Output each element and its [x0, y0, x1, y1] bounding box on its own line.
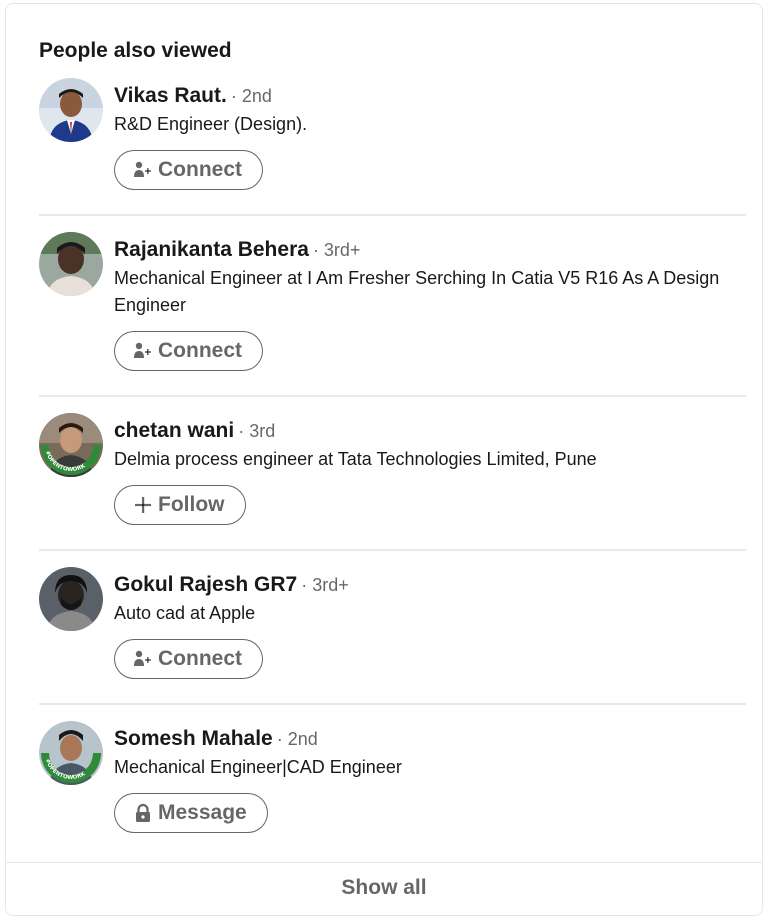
avatar[interactable]: #OPENTOWORK	[39, 721, 103, 785]
avatar[interactable]	[39, 232, 103, 296]
button-label: Follow	[158, 493, 225, 516]
connect-button[interactable]: Connect	[114, 150, 263, 190]
list-item: #OPENTOWORK chetan wani · 3rd Delmia proc…	[39, 413, 746, 551]
message-button[interactable]: Message	[114, 793, 268, 833]
person-name[interactable]: Gokul Rajesh GR7	[114, 573, 297, 596]
list-item: Gokul Rajesh GR7 · 3rd+ Auto cad at Apple…	[39, 567, 746, 705]
connection-degree: · 3rd+	[312, 240, 361, 260]
button-label: Connect	[158, 339, 242, 362]
people-list: Vikas Raut. · 2nd R&D Engineer (Design). …	[39, 78, 746, 857]
follow-button[interactable]: Follow	[114, 485, 246, 525]
button-label: Connect	[158, 647, 242, 670]
connect-button[interactable]: Connect	[114, 331, 263, 371]
card-footer: Show all	[6, 862, 762, 915]
plus-icon	[133, 495, 153, 515]
add-person-icon	[133, 341, 153, 361]
connection-degree: · 2nd	[230, 86, 272, 106]
avatar[interactable]: #OPENTOWORK	[39, 413, 103, 477]
person-headline: Auto cad at Apple	[114, 603, 256, 623]
person-name[interactable]: chetan wani	[114, 419, 234, 442]
person-headline: Mechanical Engineer at I Am Fresher Serc…	[114, 268, 720, 315]
avatar[interactable]	[39, 567, 103, 631]
connect-button[interactable]: Connect	[114, 639, 263, 679]
show-all-button[interactable]: Show all	[335, 875, 432, 901]
list-item: #OPENTOWORK Somesh Mahale · 2nd Mechanica…	[39, 721, 746, 857]
person-name[interactable]: Vikas Raut.	[114, 84, 227, 107]
person-headline: Mechanical Engineer|CAD Engineer	[114, 757, 402, 777]
add-person-icon	[133, 649, 153, 669]
person-name[interactable]: Somesh Mahale	[114, 727, 273, 750]
person-headline: Delmia process engineer at Tata Technolo…	[114, 449, 597, 469]
lock-icon	[133, 803, 153, 823]
section-title: People also viewed	[39, 39, 232, 62]
people-also-viewed-card: People also viewed Vikas Raut. · 2nd R&D…	[5, 3, 763, 916]
person-name[interactable]: Rajanikanta Behera	[114, 238, 309, 261]
add-person-icon	[133, 160, 153, 180]
avatar[interactable]	[39, 78, 103, 142]
connection-degree: · 3rd+	[301, 575, 349, 595]
connection-degree: · 3rd	[238, 421, 276, 441]
list-item: Vikas Raut. · 2nd R&D Engineer (Design). …	[39, 78, 746, 216]
list-item: Rajanikanta Behera · 3rd+ Mechanical Engi…	[39, 232, 746, 397]
button-label: Message	[158, 801, 247, 824]
connection-degree: · 2nd	[276, 729, 318, 749]
person-headline: R&D Engineer (Design).	[114, 114, 308, 134]
button-label: Connect	[158, 158, 242, 181]
